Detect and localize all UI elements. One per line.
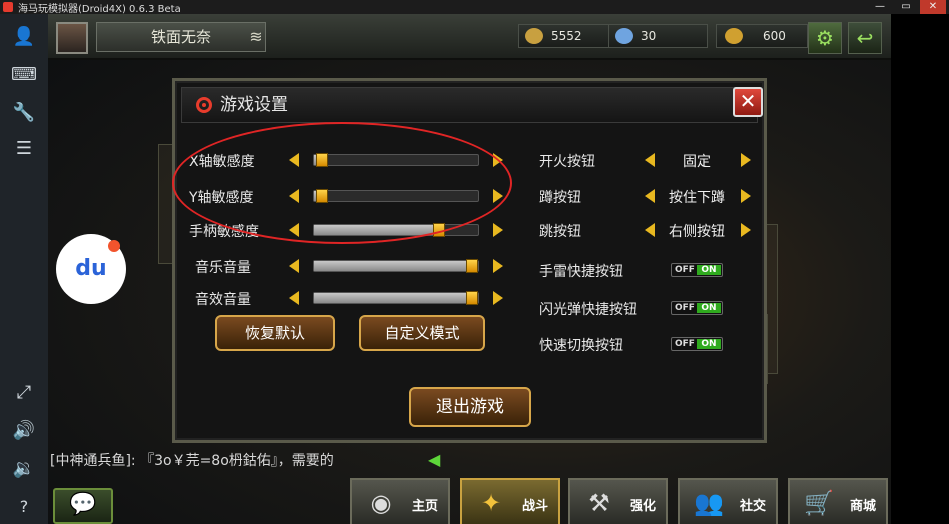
dialog-header: 游戏设置 xyxy=(181,87,758,123)
player-name: 铁面无奈 xyxy=(96,22,266,52)
slider-knob[interactable] xyxy=(466,291,478,305)
jump-prev-arrow[interactable] xyxy=(645,223,655,237)
custom-mode-button[interactable]: 自定义模式 xyxy=(359,315,485,351)
fire-prev-arrow[interactable] xyxy=(645,153,655,167)
notification-dot xyxy=(108,240,120,252)
toggle-off-text: OFF xyxy=(675,265,695,275)
people-icon: 👥 xyxy=(694,489,724,517)
emulator-logo-icon xyxy=(3,2,13,12)
volume-up-icon[interactable]: 🔊 xyxy=(10,418,38,444)
music-volume-decrease-arrow[interactable] xyxy=(289,259,299,273)
home-icon: ◉ xyxy=(370,489,392,517)
toggle-off-text: OFF xyxy=(675,339,695,349)
emulator-toolbar: 👤 ⌨ 🔧 ☰ ⤢ 🔊 🔉 ? xyxy=(0,14,48,524)
music-volume-increase-arrow[interactable] xyxy=(493,259,503,273)
minimize-button[interactable]: — xyxy=(867,0,893,14)
fire-next-arrow[interactable] xyxy=(741,153,751,167)
toggle-on-text: ON xyxy=(697,339,721,349)
flashbang-shortcut-toggle[interactable]: OFF ON xyxy=(671,301,723,315)
gamepad-sensitivity-increase-arrow[interactable] xyxy=(493,223,503,237)
baidu-float-button[interactable]: du xyxy=(56,234,126,304)
quick-switch-label: 快速切换按钮 xyxy=(539,338,623,354)
quick-switch-toggle[interactable]: OFF ON xyxy=(671,337,723,351)
jump-next-arrow[interactable] xyxy=(741,223,751,237)
game-top-bar: 铁面无奈 ≋ 5552 30 600 ⚙ ↩ xyxy=(48,14,891,60)
diamond-counter: 30 xyxy=(608,24,708,48)
nav-home-label: 主页 xyxy=(411,499,438,514)
keyboard-icon[interactable]: ⌨ xyxy=(10,62,38,88)
window-title: 海马玩模拟器(Droid4X) 0.6.3 Beta xyxy=(18,3,181,15)
chat-message: [中神通兵鱼]: 『3o￥芫=8o枬鈷佑』，需要的 xyxy=(50,453,334,469)
fullscreen-icon[interactable]: ⤢ xyxy=(10,380,38,406)
reset-default-button[interactable]: 恢复默认 xyxy=(215,315,335,351)
music-volume-label: 音乐音量 xyxy=(195,260,251,276)
crouch-button-label: 蹲按钮 xyxy=(539,190,581,206)
nav-battle-label: 战斗 xyxy=(521,499,548,514)
jump-button-value: 右侧按钮 xyxy=(669,224,725,240)
nav-home-button[interactable]: ◉ 主页 xyxy=(350,478,450,524)
sfx-volume-decrease-arrow[interactable] xyxy=(289,291,299,305)
window-close-button[interactable]: ✕ xyxy=(920,0,946,14)
sfx-volume-increase-arrow[interactable] xyxy=(493,291,503,305)
grenade-shortcut-label: 手雷快捷按钮 xyxy=(539,264,623,280)
chat-bubble-button[interactable]: 💬 xyxy=(53,488,113,524)
toggle-on-text: ON xyxy=(697,265,721,275)
volume-down-icon[interactable]: 🔉 xyxy=(10,456,38,482)
user-icon[interactable]: 👤 xyxy=(10,24,38,50)
nav-battle-button[interactable]: ✦ 战斗 xyxy=(460,478,560,524)
nav-social-label: 社交 xyxy=(739,499,766,514)
cart-icon: 🛒 xyxy=(804,489,834,517)
sfx-volume-label: 音效音量 xyxy=(195,292,251,308)
grenade-shortcut-toggle[interactable]: OFF ON xyxy=(671,263,723,277)
crouch-next-arrow[interactable] xyxy=(741,189,751,203)
toggle-off-text: OFF xyxy=(675,303,695,313)
jump-button-label: 跳按钮 xyxy=(539,224,581,240)
back-arrow-button[interactable]: ↩ xyxy=(848,22,882,54)
rank-icon: ≋ xyxy=(249,27,263,46)
avatar[interactable] xyxy=(56,22,88,54)
honor-icon xyxy=(725,28,743,44)
nav-upgrade-button[interactable]: ⚒ 强化 xyxy=(568,478,668,524)
nav-social-button[interactable]: 👥 社交 xyxy=(678,478,778,524)
crouch-button-value: 按住下蹲 xyxy=(669,190,725,206)
dialog-close-button[interactable]: ✕ xyxy=(733,87,763,117)
crouch-prev-arrow[interactable] xyxy=(645,189,655,203)
nav-upgrade-label: 强化 xyxy=(629,499,656,514)
nav-shop-button[interactable]: 🛒 商城 xyxy=(788,478,888,524)
guns-icon: ✦ xyxy=(480,489,502,517)
flashbang-shortcut-label: 闪光弹快捷按钮 xyxy=(539,302,637,318)
gold-icon xyxy=(525,28,543,44)
toggle-on-text: ON xyxy=(697,303,721,313)
nav-shop-label: 商城 xyxy=(849,499,876,514)
exit-game-button[interactable]: 退出游戏 xyxy=(409,387,531,427)
tools-icon: ⚒ xyxy=(588,489,610,517)
settings-gear-button[interactable]: ⚙ xyxy=(808,22,842,54)
restore-button[interactable]: ▭ xyxy=(893,0,919,14)
honor-value: 600 xyxy=(763,29,786,43)
menu-icon[interactable]: ☰ xyxy=(10,136,38,162)
chat-expand-icon[interactable]: ◀ xyxy=(428,450,444,470)
honor-counter: 600 xyxy=(716,24,808,48)
highlight-annotation-oval xyxy=(172,122,512,244)
help-icon[interactable]: ? xyxy=(10,494,38,520)
diamond-icon xyxy=(615,28,633,44)
fire-button-value: 固定 xyxy=(683,154,711,170)
slider-knob[interactable] xyxy=(466,259,478,273)
diamond-value: 30 xyxy=(641,29,657,43)
dialog-title: 游戏设置 xyxy=(220,95,288,115)
slider-fill xyxy=(314,293,478,303)
wrench-icon[interactable]: 🔧 xyxy=(10,100,38,126)
fire-button-label: 开火按钮 xyxy=(539,154,595,170)
slider-fill xyxy=(314,261,478,271)
right-black-margin xyxy=(891,14,949,524)
emulator-title-bar: 海马玩模拟器(Droid4X) 0.6.3 Beta — ▭ ✕ xyxy=(0,0,949,15)
sfx-volume-slider[interactable] xyxy=(313,291,479,305)
music-volume-slider[interactable] xyxy=(313,259,479,273)
target-icon xyxy=(196,97,212,113)
gold-value: 5552 xyxy=(551,29,582,43)
